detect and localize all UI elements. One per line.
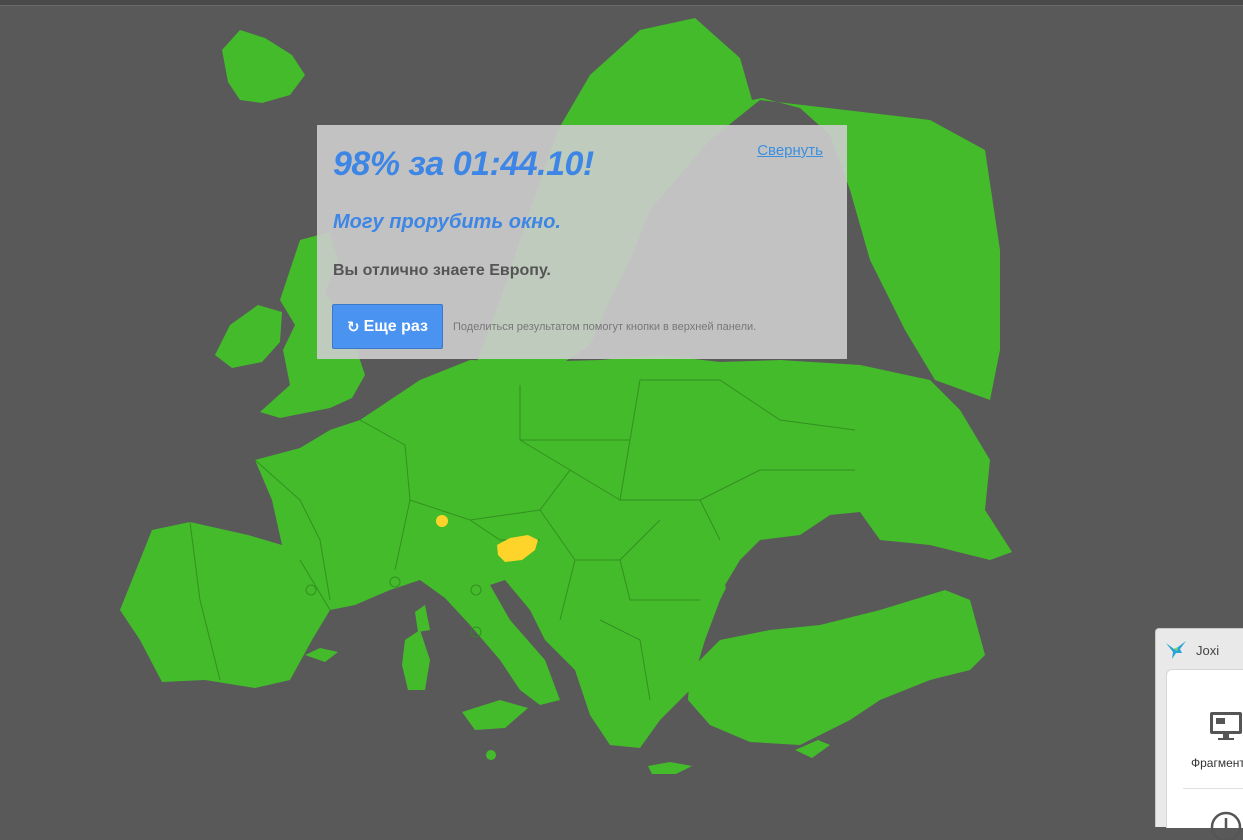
joxi-header[interactable]: Joxi bbox=[1164, 639, 1219, 661]
joxi-divider bbox=[1183, 788, 1243, 789]
map-malta[interactable] bbox=[486, 750, 496, 760]
map-sardinia[interactable] bbox=[402, 630, 430, 690]
result-subtitle: Могу прорубить окно. bbox=[333, 211, 561, 233]
joxi-fragment-label: Фрагмент bbox=[1191, 756, 1243, 770]
joxi-name: Joxi bbox=[1196, 642, 1220, 658]
collapse-link[interactable]: Свернуть bbox=[757, 142, 823, 159]
map-crete[interactable] bbox=[648, 762, 692, 774]
hummingbird-icon bbox=[1166, 641, 1186, 659]
map-corsica[interactable] bbox=[415, 605, 430, 632]
map-iceland[interactable] bbox=[222, 30, 305, 103]
retry-button[interactable]: ↻ Еще раз bbox=[332, 304, 443, 349]
retry-button-label: Еще раз bbox=[363, 317, 428, 335]
map-liechtenstein-dot[interactable] bbox=[436, 515, 448, 527]
map-ireland[interactable] bbox=[215, 305, 282, 368]
map-black-sea bbox=[725, 545, 880, 628]
joxi-fragment-button[interactable]: Фрагмент bbox=[1167, 670, 1243, 790]
map-sicily[interactable] bbox=[462, 700, 528, 730]
map-turkey[interactable] bbox=[688, 590, 985, 745]
score-title: 98% за 01:44.10! bbox=[333, 145, 594, 183]
map-balearic[interactable] bbox=[305, 648, 338, 662]
joxi-card: Фрагмент bbox=[1166, 669, 1243, 840]
result-panel: Свернуть 98% за 01:44.10! Могу прорубить… bbox=[317, 125, 847, 359]
result-message: Вы отлично знаете Европу. bbox=[333, 262, 551, 279]
joxi-widget: Joxi Фрагмент bbox=[1155, 628, 1243, 840]
share-hint: Поделиться результатом помогут кнопки в … bbox=[453, 321, 757, 333]
monitor-icon bbox=[1210, 712, 1242, 740]
refresh-icon: ↻ bbox=[347, 318, 360, 336]
clock-icon[interactable] bbox=[1209, 810, 1243, 840]
